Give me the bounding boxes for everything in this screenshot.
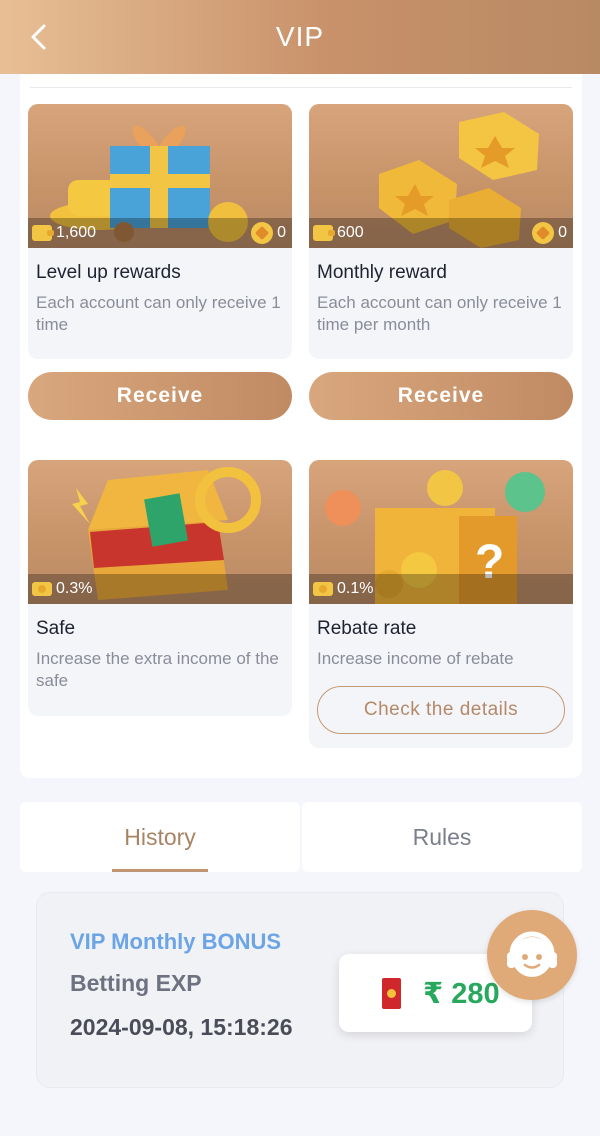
- record-title: VIP Monthly BONUS: [70, 929, 282, 954]
- safe-rate-value: 0.3%: [56, 580, 93, 597]
- treasure-chest-illustration: 0.3%: [28, 460, 292, 604]
- record-timestamp: 2024-09-08, 15:18:26: [70, 1014, 293, 1040]
- receive-level-up-button[interactable]: Receive: [28, 372, 292, 420]
- benefit-monthly-reward: 600 0 Monthly reward Each account can on…: [309, 104, 573, 359]
- back-button[interactable]: [20, 18, 56, 56]
- history-rules-tabs: History Rules: [20, 802, 582, 872]
- reward-values: 600 0: [309, 218, 573, 248]
- tab-history[interactable]: History: [20, 802, 300, 872]
- divider: [30, 87, 572, 88]
- rebate-rate: 0.1%: [309, 574, 573, 604]
- coins-illustration: 600 0: [309, 104, 573, 248]
- reward-amount: 1,600: [56, 224, 97, 241]
- benefit-rebate-rate: ? 0.1% Rebate rate Increase income of re…: [309, 460, 573, 748]
- customer-support-button[interactable]: [487, 910, 577, 1000]
- benefit-safe: 0.3% Safe Increase the extra income of t…: [28, 460, 292, 716]
- benefit-description: Increase income of rebate: [317, 649, 514, 668]
- page-title: VIP: [275, 21, 325, 52]
- gem-icon: [532, 222, 555, 244]
- mystery-box-illustration: ? 0.1%: [309, 460, 573, 604]
- safe-rate: 0.3%: [28, 574, 292, 604]
- reward-amount: 600: [337, 224, 364, 241]
- record-amount: ₹ 280: [423, 978, 500, 1010]
- benefit-description: Increase the extra income of the safe: [36, 649, 279, 690]
- tab-rules[interactable]: Rules: [302, 802, 582, 872]
- chevron-left-icon: [31, 24, 46, 50]
- rebate-rate-value: 0.1%: [337, 580, 374, 597]
- benefit-name: Safe: [36, 618, 76, 639]
- benefit-name: Level up rewards: [36, 262, 181, 283]
- benefit-description: Each account can only receive 1 time per…: [317, 293, 562, 334]
- receive-monthly-button[interactable]: Receive: [309, 372, 573, 420]
- reward-values: 1,600 0: [28, 218, 292, 248]
- check-details-button[interactable]: Check the details: [317, 686, 565, 734]
- record-type: Betting EXP: [70, 970, 202, 996]
- vip-benefits-card: 1,600 0 Level up rewards Each account ca…: [20, 74, 582, 778]
- benefit-name: Monthly reward: [317, 262, 447, 283]
- benefit-level-up-rewards: 1,600 0 Level up rewards Each account ca…: [28, 104, 292, 359]
- benefit-name: Rebate rate: [317, 618, 417, 639]
- gem-icon: [251, 222, 274, 244]
- wallet-icon: [313, 225, 335, 241]
- coin-icon: [32, 582, 52, 596]
- gift-box-illustration: 1,600 0: [28, 104, 292, 248]
- red-envelope-icon: [382, 978, 401, 1009]
- reward-gems: 0: [277, 224, 286, 241]
- headset-icon: [507, 931, 557, 977]
- wallet-icon: [32, 225, 54, 241]
- benefit-description: Each account can only receive 1 time: [36, 293, 281, 334]
- top-bar: VIP: [0, 0, 600, 74]
- reward-gems: 0: [558, 224, 567, 241]
- coin-icon: [313, 582, 333, 596]
